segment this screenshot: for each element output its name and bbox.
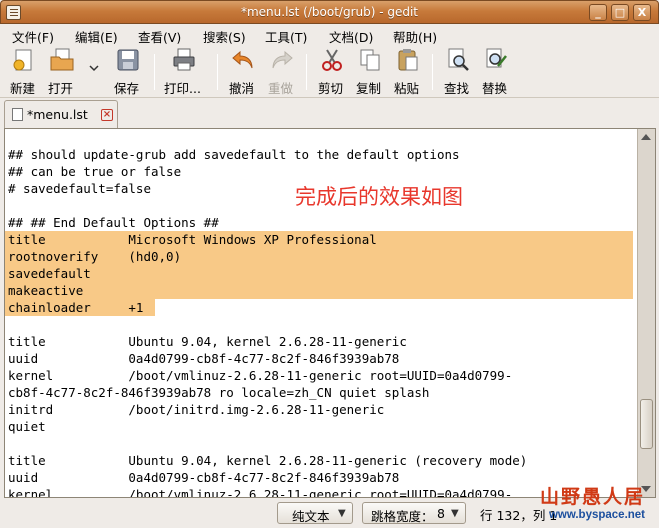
toolbar-separator	[306, 54, 307, 90]
chevron-down-icon: ▼	[451, 508, 459, 519]
menu-view[interactable]: 查看(V)	[138, 27, 181, 46]
replace-icon	[486, 48, 507, 68]
scrollbar-thumb[interactable]	[640, 399, 653, 449]
minimize-button[interactable]: _	[589, 4, 607, 21]
menu-help[interactable]: 帮助(H)	[393, 27, 437, 46]
syntax-dropdown[interactable]: 纯文本 ▼	[277, 502, 353, 524]
code-line: makeactive	[8, 283, 84, 298]
scroll-up-icon[interactable]	[641, 134, 651, 140]
code-line: rootnoverify (hd0,0)	[8, 249, 182, 264]
text-editor[interactable]: 完成后的效果如图 ## should update-grub add saved…	[5, 129, 637, 497]
code-line: initrd /boot/initrd.img-2.6.28-11-generi…	[8, 402, 385, 417]
toolbar-separator	[217, 54, 218, 90]
window-title: *menu.lst (/boot/grub) - gedit	[240, 5, 419, 19]
code-line: kernel /boot/vmlinuz-2.6.28-11-generic r…	[8, 368, 513, 383]
chevron-down-icon	[89, 65, 99, 72]
tab-label: *menu.lst	[27, 107, 88, 122]
code-line: chainloader +1	[8, 300, 144, 315]
toolbar-separator	[432, 54, 433, 90]
code-line: cb8f-4c77-8c2f-846f3939ab78 ro locale=zh…	[8, 385, 430, 400]
tab-width-dropdown[interactable]: 跳格宽度： 8 ▼	[362, 502, 466, 524]
undo-arrow-icon	[232, 50, 253, 69]
vertical-scrollbar[interactable]	[637, 129, 655, 497]
code-line: kernel /boot/vmlinuz-2.6.28-11-generic r…	[8, 487, 513, 497]
print-label: 打印...	[164, 81, 201, 96]
undo-label: 撤消	[229, 81, 255, 96]
menu-edit[interactable]: 编辑(E)	[75, 27, 118, 46]
code-line: title Ubuntu 9.04, kernel 2.6.28-11-gene…	[8, 453, 528, 468]
redo-label: 重做	[268, 81, 294, 96]
open-folder-icon	[50, 48, 74, 71]
code-line: uuid 0a4d0799-cb8f-4c77-8c2f-846f3939ab7…	[8, 470, 400, 485]
code-line: title Microsoft Windows XP Professional	[8, 232, 377, 247]
menu-search[interactable]: 搜索(S)	[203, 27, 246, 46]
code-line: title Ubuntu 9.04, kernel 2.6.28-11-gene…	[8, 334, 407, 349]
annotation-text: 完成后的效果如图	[295, 185, 463, 209]
new-document-icon	[13, 49, 32, 71]
scissors-icon	[322, 49, 342, 71]
document-tabs: *menu.lst ×	[0, 98, 659, 128]
code-line: # savedefault=false	[8, 181, 151, 196]
code-line: ## should update-grub add savedefault to…	[8, 147, 460, 162]
save-label: 保存	[114, 81, 140, 96]
replace-label: 替换	[482, 81, 508, 96]
menu-tools[interactable]: 工具(T)	[265, 27, 307, 46]
open-label: 打开	[48, 81, 74, 96]
code-line: quiet	[8, 419, 46, 434]
find-label: 查找	[444, 81, 470, 96]
code-line: ## ## End Default Options ##	[8, 215, 219, 230]
chevron-down-icon: ▼	[338, 508, 346, 519]
editor-frame: 完成后的效果如图 ## should update-grub add saved…	[4, 128, 656, 498]
cut-label: 剪切	[318, 81, 344, 96]
menu-documents[interactable]: 文档(D)	[329, 27, 373, 46]
redo-arrow-icon	[272, 50, 293, 69]
code-line: uuid 0a4d0799-cb8f-4c77-8c2f-846f3939ab7…	[8, 351, 400, 366]
copy-label: 复制	[356, 81, 382, 96]
code-line: ## can be true or false	[8, 164, 182, 179]
watermark-url: www.byspace.net	[548, 509, 646, 521]
code-line: savedefault	[8, 266, 91, 281]
menu-file[interactable]: 文件(F)	[12, 27, 54, 46]
toolbar-separator	[154, 54, 155, 90]
paste-label: 粘贴	[394, 81, 420, 96]
maximize-button[interactable]: □	[611, 4, 629, 21]
document-icon	[12, 108, 23, 121]
tab-menu-lst[interactable]: *menu.lst ×	[4, 100, 118, 128]
find-magnifier-icon	[448, 48, 469, 71]
save-disk-icon	[117, 49, 139, 71]
printer-icon	[173, 48, 195, 71]
menubar: 文件(F) 编辑(E) 查看(V) 搜索(S) 工具(T) 文档(D) 帮助(H…	[0, 24, 659, 45]
close-tab-icon[interactable]: ×	[101, 109, 113, 121]
watermark-title: 山野愚人居	[540, 486, 646, 508]
copy-icon	[360, 49, 380, 71]
syntax-value: 纯文本	[292, 509, 330, 524]
tab-width-value: 8	[437, 506, 445, 521]
tab-width-label: 跳格宽度：	[371, 509, 434, 524]
close-window-button[interactable]: X	[633, 4, 651, 21]
toolbar: 新建 打开 保存 打印... 撤消 重做 剪切 复制 粘贴 查找 替换	[0, 46, 659, 98]
watermark: 山野愚人居 www.byspace.net	[540, 482, 645, 521]
paste-clipboard-icon	[398, 49, 418, 71]
new-label: 新建	[10, 81, 36, 96]
window-titlebar: *menu.lst (/boot/grub) - gedit _ □ X	[0, 0, 659, 24]
